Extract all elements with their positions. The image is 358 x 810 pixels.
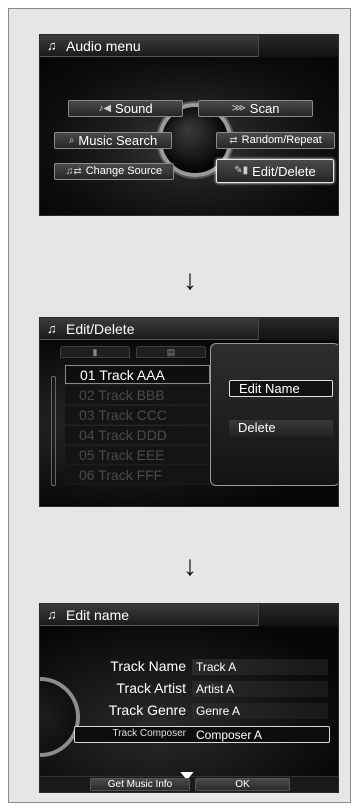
edit-name-option[interactable]: Edit Name — [229, 380, 333, 397]
track-name-value[interactable]: Track A — [192, 659, 328, 675]
screen-title: Edit/Delete — [66, 321, 135, 337]
track-item[interactable]: 01 Track AAA — [65, 365, 210, 384]
change-source-button[interactable]: ♫⇄ Change Source — [54, 163, 174, 180]
change-source-icon: ♫⇄ — [65, 165, 82, 177]
search-icon: ⌕ — [68, 134, 75, 146]
ok-button[interactable]: OK — [195, 778, 290, 791]
edit-name-screen: ♫ Edit name Track Name Track A Track Art… — [39, 603, 339, 793]
title-bar: ♫ Edit/Delete — [40, 318, 338, 340]
random-repeat-button-label: Random/Repeat — [241, 134, 322, 146]
track-genre-label: Track Genre — [108, 702, 186, 718]
title-bar: ♫ Audio menu — [40, 35, 338, 57]
bottom-bar: ▼ Get Music Info OK — [40, 767, 338, 792]
title-bar: ♫ Edit name — [40, 604, 338, 626]
title-bar-tab — [258, 604, 338, 626]
scan-button[interactable]: ⋙ Scan — [198, 100, 313, 117]
title-bar-tab — [258, 35, 338, 57]
audio-menu-screen: ♫ Audio menu ♪◀ Sound ⋙ Scan ⌕ Music Sea… — [39, 34, 339, 216]
edit-icon: ✎▮ — [234, 165, 249, 176]
sound-button-label: Sound — [115, 101, 153, 116]
change-source-button-label: Change Source — [85, 165, 163, 177]
tab-list[interactable]: ▤ — [136, 346, 206, 358]
track-genre-value[interactable]: Genre A — [192, 703, 328, 719]
random-repeat-icon: ⇄ — [229, 134, 238, 146]
title-bar-tab — [258, 318, 338, 340]
track-item[interactable]: 03 Track CCC — [65, 406, 210, 425]
screen-title: Edit name — [66, 607, 130, 623]
down-arrow-2: ↓ — [183, 550, 197, 581]
music-note-icon: ♫ — [47, 38, 57, 53]
track-item[interactable]: 04 Track DDD — [65, 426, 210, 445]
track-item[interactable]: 02 Track BBB — [65, 386, 210, 405]
track-item[interactable]: 06 Track FFF — [65, 466, 210, 485]
sound-button[interactable]: ♪◀ Sound — [68, 100, 183, 117]
music-note-icon: ♫ — [47, 607, 57, 622]
track-item[interactable]: 05 Track EEE — [65, 446, 210, 465]
music-note-icon: ♫ — [47, 321, 57, 336]
options-popup: Edit Name Delete — [210, 343, 338, 486]
sound-icon: ♪◀ — [98, 102, 112, 114]
track-composer-value[interactable]: Composer A — [192, 727, 328, 743]
scan-button-label: Scan — [249, 101, 280, 116]
music-search-button[interactable]: ⌕ Music Search — [54, 132, 172, 149]
figure-frame: ♫ Audio menu ♪◀ Sound ⋙ Scan ⌕ Music Sea… — [8, 8, 351, 803]
scan-icon: ⋙ — [231, 102, 246, 114]
scrollbar[interactable] — [51, 376, 56, 486]
screen-title: Audio menu — [66, 38, 141, 54]
edit-delete-button-label: Edit/Delete — [252, 163, 316, 179]
track-artist-value[interactable]: Artist A — [192, 681, 328, 697]
list-tabs: ▮ ▤ — [60, 346, 210, 358]
edit-delete-button[interactable]: ✎▮ Edit/Delete — [216, 159, 334, 183]
tab-folder[interactable]: ▮ — [60, 346, 130, 358]
track-name-label: Track Name — [110, 658, 186, 674]
track-composer-label: Track Composer — [112, 728, 186, 739]
random-repeat-button[interactable]: ⇄ Random/Repeat — [216, 132, 335, 149]
edit-delete-screen: ♫ Edit/Delete ▮ ▤ 01 Track AAA 02 Track … — [39, 317, 339, 507]
down-arrow-1: ↓ — [183, 264, 197, 295]
get-music-info-button[interactable]: Get Music Info — [90, 778, 190, 791]
music-search-button-label: Music Search — [78, 133, 158, 148]
delete-option[interactable]: Delete — [229, 420, 333, 437]
track-artist-label: Track Artist — [116, 680, 187, 696]
